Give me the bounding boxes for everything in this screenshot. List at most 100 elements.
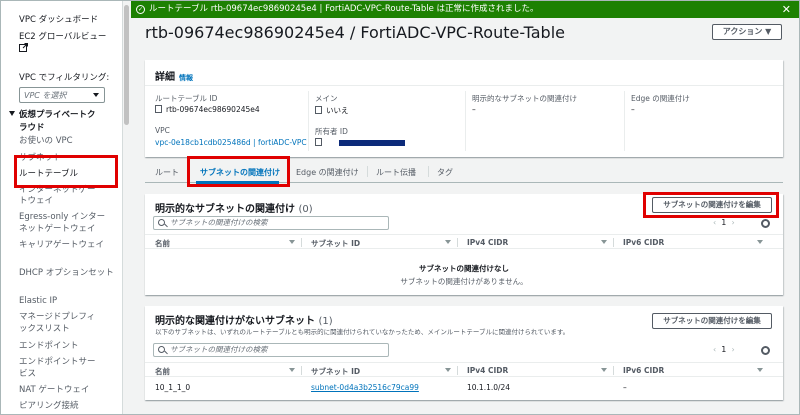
column-header-ipv4[interactable]: IPv4 CIDR (467, 366, 508, 375)
vpc-link[interactable]: vpc-0e18cb1cdb025486d | fortiADC-VPC (155, 138, 307, 147)
divider (145, 85, 783, 86)
explicit-assoc-title: 明示的なサブネットの関連付け (0) (155, 204, 313, 215)
sort-icon[interactable] (445, 368, 451, 372)
flash-message: ルートテーブル rtb-09674ec98690245e4 | FortiADC… (149, 4, 539, 14)
sidebar-item-internet-gateways-2[interactable]: トウェイ (19, 195, 53, 207)
sort-icon[interactable] (757, 368, 763, 372)
column-header-ipv6[interactable]: IPv6 CIDR (623, 366, 664, 375)
sidebar-item-endpoints[interactable]: エンドポイント (19, 340, 79, 352)
close-icon[interactable]: ✕ (782, 1, 791, 18)
vpc-label: VPC (155, 126, 170, 135)
column-divider (457, 366, 458, 375)
actions-button[interactable]: アクション ▼ (712, 24, 782, 40)
sidebar-item-managed-prefix-lists-2[interactable]: ックスリスト (19, 323, 70, 335)
route-table-id: rtb-09674ec98690245e4 (155, 105, 260, 114)
details-title: 詳細 情報 (155, 72, 193, 83)
copy-icon[interactable] (315, 138, 322, 146)
sidebar-item-dhcp-option-sets[interactable]: DHCP オプションセット (19, 267, 114, 279)
cell-ipv4: 10.1.1.0/24 (467, 383, 511, 392)
sidebar: VPC ダッシュボード EC2 グローバルビュー VPC でフィルタリング: V… (1, 1, 122, 414)
column-header-name[interactable]: 名前 (155, 366, 170, 377)
sidebar-scrollbar[interactable] (122, 1, 130, 414)
vpc-filter-select[interactable]: VPC を選択 (19, 87, 105, 103)
pagination-2[interactable]: ‹ 1 › (713, 345, 735, 354)
column-divider (613, 238, 614, 247)
non-explicit-subnets-panel: 明示的な関連付けがないサブネット (1) サブネットの関連付けを編集 以下のサブ… (145, 306, 783, 400)
caret-down-icon (9, 111, 15, 116)
column-header-ipv6[interactable]: IPv6 CIDR (623, 238, 664, 247)
column-divider (301, 238, 302, 247)
scrollbar-thumb[interactable] (124, 5, 129, 125)
sort-icon[interactable] (445, 240, 451, 244)
sidebar-item-vpc-dashboard[interactable]: VPC ダッシュボード (19, 14, 98, 26)
tab-divider (428, 166, 429, 177)
sidebar-item-nat-gateways[interactable]: NAT ゲートウェイ (19, 384, 89, 396)
tab-route-propagation[interactable]: ルート伝播 (376, 167, 416, 178)
sort-icon[interactable] (289, 240, 295, 244)
column-header-name[interactable]: 名前 (155, 238, 170, 249)
redacted-owner-id (339, 140, 405, 146)
pagination[interactable]: ‹ 1 › (713, 218, 735, 227)
divider (308, 91, 309, 151)
details-panel: 詳細 情報 ルートテーブル ID rtb-09674ec98690245e4 VP… (145, 60, 783, 157)
sidebar-item-endpoint-services-2[interactable]: ビス (19, 368, 36, 380)
non-explicit-title: 明示的な関連付けがないサブネット (1) (155, 316, 333, 327)
sidebar-item-carrier-gateways[interactable]: キャリアゲートウェイ (19, 239, 104, 251)
highlight-subnet-tab (187, 156, 290, 187)
sidebar-item-egress-only-2[interactable]: ネットゲートウェイ (19, 223, 96, 235)
sidebar-item-peering[interactable]: ピアリング接続 (19, 400, 79, 412)
highlight-edit-button (643, 192, 779, 218)
sidebar-item-your-vpcs[interactable]: お使いの VPC (19, 135, 73, 147)
chevron-left-icon[interactable]: ‹ (713, 345, 716, 354)
table-header: 名前 サブネット ID IPv4 CIDR IPv6 CIDR (145, 234, 783, 249)
chevron-right-icon[interactable]: › (731, 345, 734, 354)
tab-divider (367, 166, 368, 177)
sort-icon[interactable] (601, 240, 607, 244)
sort-icon[interactable] (289, 368, 295, 372)
chevron-right-icon[interactable]: › (731, 218, 734, 227)
column-divider (301, 366, 302, 375)
empty-state-title: サブネットの関連付けなし (419, 264, 509, 273)
sidebar-item-elastic-ip[interactable]: Elastic IP (19, 295, 57, 307)
sort-icon[interactable] (601, 368, 607, 372)
sidebar-item-ec2-global-view[interactable]: EC2 グローバルビュー (19, 31, 106, 43)
owner-id-label: 所有者 ID (315, 127, 348, 136)
tab-edge-associations[interactable]: Edge の関連付け (296, 167, 359, 178)
check-icon: ✓ (136, 5, 145, 14)
sidebar-section-vpc[interactable]: 仮想プライベートク ラウド (9, 109, 96, 135)
column-divider (457, 238, 458, 247)
cell-name: 10_1_1_0 (155, 383, 191, 392)
tab-tags[interactable]: タグ (437, 167, 453, 178)
sort-icon[interactable] (757, 240, 763, 244)
external-link-icon (19, 43, 28, 56)
gear-icon[interactable] (761, 219, 770, 228)
edge-assoc-value: – (631, 105, 635, 114)
sidebar-item-endpoint-services[interactable]: エンドポイントサー (19, 356, 96, 368)
sidebar-item-egress-only[interactable]: Egress-only インター (19, 211, 105, 223)
cell-ipv6: – (623, 383, 627, 392)
divider (465, 91, 466, 151)
divider (624, 91, 625, 151)
subnet-assoc-search-input[interactable]: サブネットの関連付けの検索 (153, 216, 389, 230)
empty-state-text: サブネットの関連付けがありません。 (400, 277, 528, 286)
tab-routes[interactable]: ルート (155, 167, 179, 178)
non-explicit-search-input[interactable]: サブネットの関連付けの検索 (153, 343, 389, 357)
chevron-left-icon[interactable]: ‹ (713, 218, 716, 227)
edit-subnet-assoc-button-2[interactable]: サブネットの関連付けを編集 (652, 313, 772, 329)
info-link[interactable]: 情報 (179, 74, 193, 82)
column-header-subnet-id[interactable]: サブネット ID (311, 366, 360, 377)
sidebar-filter-label: VPC でフィルタリング: (19, 73, 110, 83)
main-value: いいえ (315, 105, 349, 116)
copy-icon[interactable] (155, 105, 162, 113)
search-icon (158, 219, 165, 226)
main-label: メイン (315, 94, 338, 103)
sidebar-item-managed-prefix-lists[interactable]: マネージドプレフィ (19, 311, 95, 323)
edge-assoc-label: Edge の関連付け (631, 94, 690, 103)
chevron-down-icon (93, 93, 99, 97)
column-header-subnet-id[interactable]: サブネット ID (311, 238, 360, 249)
copy-icon[interactable] (315, 106, 322, 114)
highlight-route-tables (14, 155, 118, 188)
subnet-id-link[interactable]: subnet-0d4a3b2516c79ca99 (311, 383, 419, 392)
gear-icon[interactable] (761, 346, 770, 355)
column-header-ipv4[interactable]: IPv4 CIDR (467, 238, 508, 247)
